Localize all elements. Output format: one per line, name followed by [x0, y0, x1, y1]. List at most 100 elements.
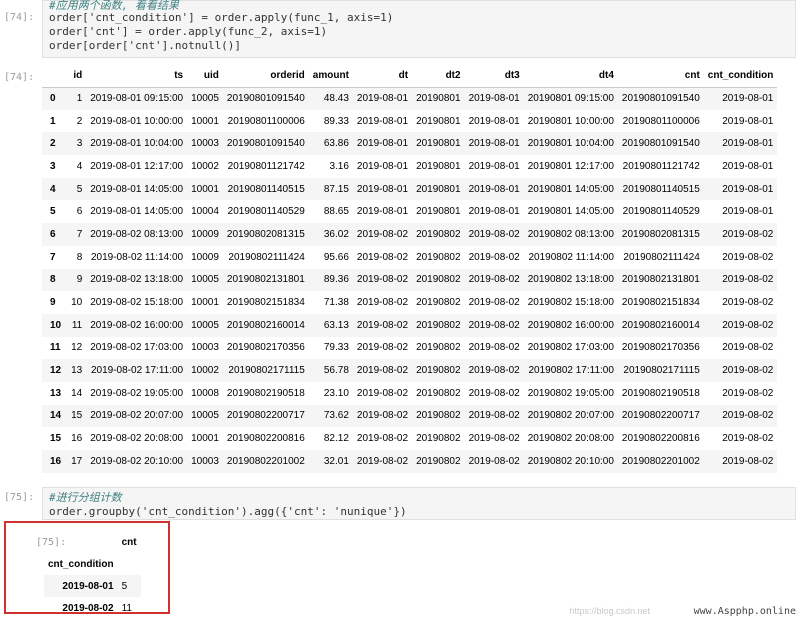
- header-cell: [44, 532, 118, 553]
- table-cell: 20190802201002: [621, 455, 700, 467]
- table-cell: 2019-08-02 15:18:00: [90, 297, 184, 309]
- table-header-row: id ts uid orderid amount dt dt2 dt3 dt4 cnt cnt_co…: [42, 64, 778, 88]
- table-row: 6 7 2019-08-02 08:13:00 10009 20190802081315…: [42, 223, 778, 246]
- table-cell: 2019-08-02: [722, 228, 774, 240]
- row-index-cell: 1: [50, 115, 56, 127]
- table-cell: 20190802 19:05:00: [527, 387, 614, 399]
- table-cell: 2019-08-01: [722, 206, 774, 218]
- table-cell: 2019-08-01: [468, 160, 520, 172]
- table-cell: 10001: [191, 183, 219, 195]
- table-cell: 20190802 13:18:00: [527, 274, 614, 286]
- table-cell: 10: [71, 297, 83, 309]
- table-cell: 2019-08-02: [468, 342, 520, 354]
- table-cell: 20190801 14:05:00: [527, 183, 614, 195]
- table-cell: 20190801100006: [227, 115, 305, 127]
- cell-74-code-editor[interactable]: #应用两个函数, 看看结果 order['cnt_condition'] = o…: [42, 0, 796, 58]
- table-cell: 2019-08-01 14:05:00: [90, 206, 184, 218]
- table-cell: 2019-08-01: [468, 206, 520, 218]
- table-cell: 20190802 17:11:00: [528, 365, 614, 377]
- table-cell: 20190801140515: [622, 183, 700, 195]
- table-cell: 20190802171115: [228, 365, 305, 377]
- table-cell: 2019-08-01: [468, 115, 520, 127]
- header-cell-dt: dt: [352, 64, 413, 88]
- table-cell: 63.86: [323, 138, 349, 150]
- row-index-cell: 12: [50, 365, 62, 377]
- table-cell: 2019-08-01: [356, 183, 409, 195]
- table-cell: 20190802170356: [226, 342, 305, 354]
- table-cell: 20190802151834: [621, 297, 700, 309]
- table-cell: 20190802151834: [226, 297, 305, 309]
- table-row: 2 3 2019-08-01 10:04:00 10003 20190801091540…: [42, 132, 778, 156]
- table-cell: 2019-08-01: [468, 138, 520, 150]
- table-cell: 2019-08-01: [356, 138, 409, 150]
- value-cell: 11: [121, 602, 132, 614]
- table-row: 2019-08-02 11: [44, 597, 141, 619]
- table-cell: 10001: [191, 433, 219, 445]
- table-cell: 20190802171115: [623, 365, 700, 377]
- table-cell: 2019-08-01: [722, 93, 774, 105]
- table-cell: 20190802200717: [621, 410, 700, 422]
- row-index-cell: 15: [50, 433, 62, 445]
- row-index-cell: 11: [50, 342, 61, 354]
- table-cell: 2019-08-02: [356, 410, 409, 422]
- table-cell: 2019-08-02 13:18:00: [90, 274, 184, 286]
- table-cell: 17: [71, 455, 83, 467]
- table-cell: 2019-08-02: [356, 365, 409, 377]
- table-cell: 11: [71, 319, 83, 331]
- table-cell: 2019-08-02: [468, 433, 520, 445]
- table-row: 2019-08-01 5: [44, 575, 141, 597]
- row-index-cell: 0: [50, 93, 56, 105]
- index-name-row: cnt_condition: [44, 553, 141, 575]
- table-cell: 20190801 09:15:00: [527, 93, 614, 105]
- table-cell: 10009: [191, 228, 219, 240]
- table-cell: 10005: [191, 410, 219, 422]
- table-cell: 2019-08-02: [468, 387, 520, 399]
- table-header-row: cnt: [44, 532, 141, 553]
- table-cell: 20190801121742: [227, 160, 305, 172]
- cell-75-code-editor[interactable]: #进行分组计数 order.groupby('cnt_condition').a…: [42, 487, 796, 520]
- table-cell: 2019-08-02: [356, 274, 409, 286]
- code-comment: #进行分组计数: [49, 491, 122, 504]
- table-cell: 10005: [191, 319, 219, 331]
- table-cell: 20190801 12:17:00: [527, 160, 614, 172]
- table-cell: 9: [76, 274, 83, 286]
- dataframe-output-table: id ts uid orderid amount dt dt2 dt3 dt4 cnt cnt_co…: [42, 64, 778, 473]
- table-cell: 2019-08-01: [468, 93, 520, 105]
- table-cell: 20190802: [416, 342, 461, 354]
- table-cell: 20190802 17:03:00: [527, 342, 614, 354]
- row-index-cell: 2: [50, 138, 56, 150]
- table-cell: 71.38: [323, 297, 349, 309]
- table-cell: 2019-08-02: [468, 251, 520, 263]
- table-cell: 20190801121742: [622, 160, 700, 172]
- table-cell: 2019-08-02: [468, 228, 520, 240]
- table-cell: 79.33: [323, 342, 349, 354]
- table-cell: 20190802200816: [621, 433, 700, 445]
- table-cell: 2019-08-01 09:15:00: [90, 93, 184, 105]
- table-cell: 2019-08-02 11:14:00: [90, 251, 184, 263]
- table-cell: 13: [71, 365, 83, 377]
- table-cell: 20190802: [416, 387, 461, 399]
- table-cell: 2019-08-02: [722, 297, 774, 309]
- table-cell: 2019-08-02: [722, 455, 774, 467]
- table-row: 4 5 2019-08-01 14:05:00 10001 20190801140515…: [42, 177, 778, 201]
- table-cell: 2019-08-02: [356, 342, 409, 354]
- table-cell: 20190801: [416, 183, 461, 195]
- table-cell: 2019-08-01: [722, 160, 774, 172]
- table-cell: 20190802200816: [226, 433, 305, 445]
- table-cell: 2019-08-02 20:10:00: [90, 455, 184, 467]
- row-index-cell: 8: [50, 274, 56, 286]
- header-cell-amount: amount: [308, 64, 353, 88]
- table-row: 12 13 2019-08-02 17:11:00 10002 201908021711…: [42, 359, 778, 382]
- header-cell-dt4: dt4: [523, 64, 618, 88]
- table-cell: 2019-08-01: [468, 183, 520, 195]
- table-cell: 2019-08-01 12:17:00: [90, 160, 184, 172]
- table-cell: 10003: [191, 138, 219, 150]
- table-cell: 20190802111424: [228, 251, 305, 263]
- table-cell: 20190801140529: [622, 206, 700, 218]
- table-cell: 2019-08-02: [468, 274, 520, 286]
- table-cell: 20190801140529: [227, 206, 305, 218]
- table-cell: 12: [71, 342, 83, 354]
- table-cell: 20190802160014: [621, 319, 700, 331]
- table-cell: 7: [76, 228, 83, 240]
- table-cell: 2019-08-02: [722, 410, 774, 422]
